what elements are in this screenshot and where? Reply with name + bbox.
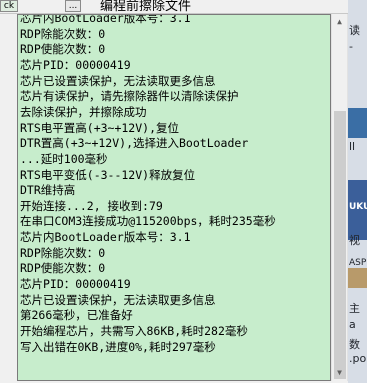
log-line: DTR维持高 (20, 183, 76, 198)
background-label: 数 (349, 338, 360, 351)
log-line: 芯片已设置读保护，无法读取更多信息 (20, 73, 216, 88)
browse-button[interactable]: ... (65, 0, 81, 12)
background-label: UKU (349, 202, 367, 212)
log-line: RTS电平变低(-3--12V)释放复位 (20, 167, 196, 182)
log-line: ...延时100毫秒 (20, 151, 108, 166)
log-vertical-scrollbar[interactable]: ▲ ▼ (331, 14, 348, 381)
scroll-up-arrow-icon[interactable]: ▲ (332, 14, 347, 30)
log-line: 芯片内BootLoader版本号：3.1 (20, 230, 191, 245)
log-line: RDP除能次数：0 (20, 26, 106, 41)
log-line: RDP使能次数：0 (20, 42, 106, 57)
log-line: 开始连接...2, 接收到:79 (20, 198, 163, 213)
scrollbar-thumb[interactable] (334, 111, 346, 379)
log-line: 芯片PID：00000419 (20, 277, 131, 292)
background-label: - (349, 40, 353, 53)
log-line: RTS电平置高(+3~+12V),复位 (20, 120, 180, 135)
top-toolbar-strip: ck ... 编程前擦除文件 (0, 0, 367, 14)
log-line: DTR置高(+3~+12V),选择进入BootLoader (20, 136, 249, 151)
background-label: 视 (349, 234, 360, 247)
background-window-edge: 读 - ll UKU 视 ASP 主 a 数 .po (348, 0, 367, 383)
background-icon-tan (348, 268, 367, 288)
log-line: RDP使能次数：0 (20, 261, 106, 276)
log-line: 开始编程芯片，共需写入86KB,耗时282毫秒 (20, 324, 248, 338)
log-line: 去除读保护，并擦除成功 (20, 104, 147, 119)
log-line: 芯片有读保护，请先擦除器件以清除读保护 (20, 89, 239, 104)
top-left-button[interactable]: ck (0, 0, 18, 12)
background-icon-blue (348, 108, 367, 138)
background-label: ll (349, 140, 356, 153)
background-label: ASP (349, 258, 367, 268)
background-label: a (349, 318, 356, 331)
background-label: 读 (349, 24, 360, 37)
log-line: 在串口COM3连接成功@115200bps，耗时235毫秒 (20, 214, 276, 229)
log-line: 芯片已设置读保护，无法读取更多信息 (20, 292, 216, 307)
scroll-down-arrow-icon[interactable]: ▼ (332, 365, 347, 381)
log-line: 芯片内BootLoader版本号：3.1 (20, 14, 191, 25)
background-label: 主 (349, 302, 360, 315)
background-label: .po (349, 352, 367, 365)
log-line: 写入出错在0KB,进度0%,耗时297毫秒 (20, 339, 216, 354)
log-output-box[interactable]: 芯片内BootLoader版本号：3.1 RDP除能次数：0 RDP使能次数：0 芯片… (17, 14, 331, 381)
log-line: 芯片PID：00000419 (20, 57, 131, 72)
erase-before-program-label: 编程前擦除文件 (100, 0, 192, 14)
log-line: 第266毫秒，已准备好 (20, 308, 133, 323)
log-line: RDP除能次数：0 (20, 245, 106, 260)
